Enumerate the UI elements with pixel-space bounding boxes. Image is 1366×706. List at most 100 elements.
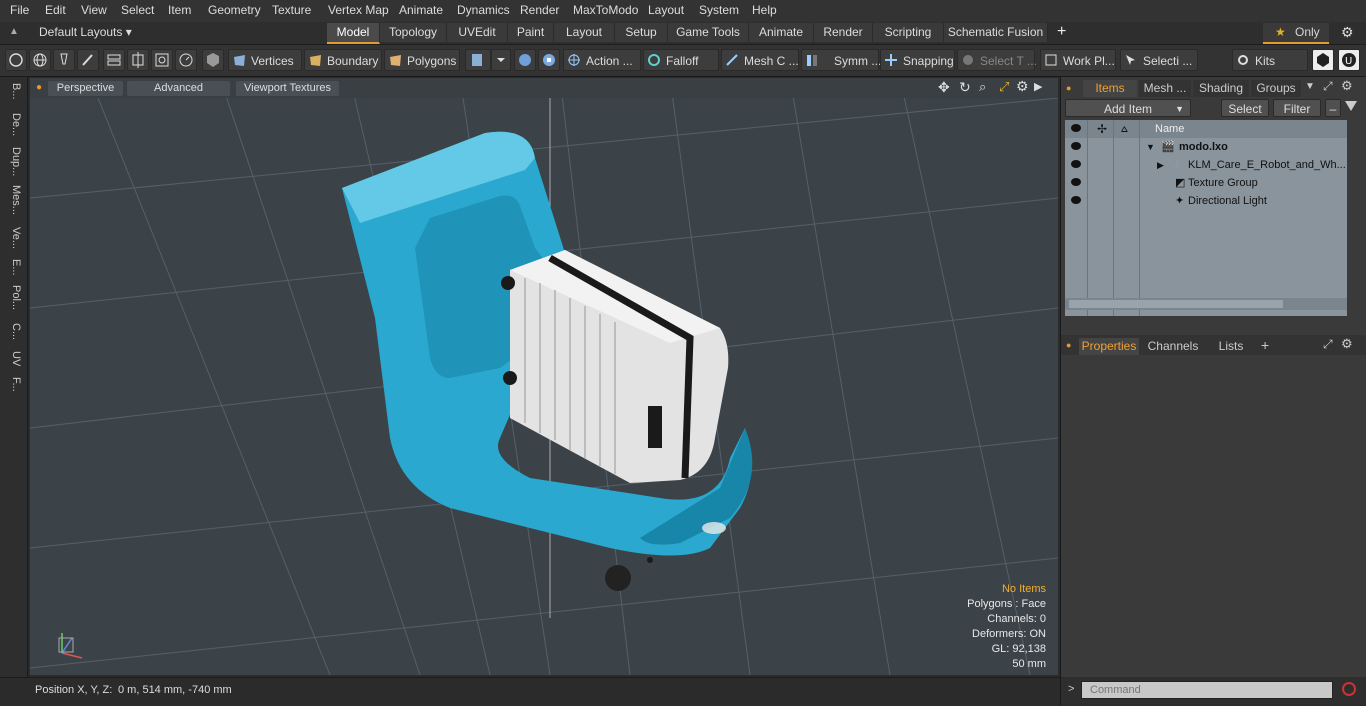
globe-icon[interactable] xyxy=(29,49,51,71)
unreal-icon[interactable]: U xyxy=(1338,49,1360,71)
menu-select[interactable]: Select xyxy=(121,3,154,17)
viewport-textures-button[interactable]: Viewport Textures xyxy=(236,81,339,96)
tab-basic[interactable]: B... xyxy=(4,83,22,100)
tab-setup[interactable]: Setup xyxy=(615,23,668,42)
advanced-button[interactable]: Advanced xyxy=(127,81,230,96)
chevron-down-icon[interactable] xyxy=(491,49,511,71)
collapse-icon[interactable]: ▲ xyxy=(9,26,19,37)
menu-layout[interactable]: Layout xyxy=(648,3,684,17)
tab-items[interactable]: Items xyxy=(1083,80,1137,97)
snap-lock-icon[interactable] xyxy=(538,49,560,71)
only-toggle[interactable]: ★ Only xyxy=(1263,23,1329,44)
tab-uvedit[interactable]: UVEdit xyxy=(447,23,508,42)
brush-icon[interactable] xyxy=(77,49,99,71)
work-plane-button[interactable]: Work Pl... xyxy=(1040,49,1116,71)
clock-icon[interactable] xyxy=(175,49,197,71)
menu-render[interactable]: Render xyxy=(520,3,559,17)
list-scrollbar[interactable] xyxy=(1065,298,1347,310)
viewport-expand-icon[interactable]: ▶ xyxy=(1034,80,1042,93)
polygons-button[interactable]: Polygons xyxy=(384,49,460,71)
menu-animate[interactable]: Animate xyxy=(399,3,443,17)
tab-mesh-ops[interactable]: Mesh ... xyxy=(1139,80,1191,97)
tab-duplicate[interactable]: Dup... xyxy=(4,147,22,176)
panel-settings-icon[interactable]: ⚙ xyxy=(1341,78,1353,94)
unity-icon[interactable] xyxy=(1312,49,1334,71)
tab-render[interactable]: Render xyxy=(814,23,873,42)
symmetry-button[interactable]: Symm ... xyxy=(801,49,881,71)
tab-uv[interactable]: UV xyxy=(4,351,22,366)
suitcase-model[interactable] xyxy=(501,250,729,483)
selection-sets-button[interactable]: Selecti ... xyxy=(1120,49,1198,71)
list-item[interactable]: ✦ Directional Light xyxy=(1065,192,1347,210)
command-input[interactable] xyxy=(1081,681,1333,699)
tab-vertex[interactable]: Ve... xyxy=(4,227,22,249)
tab-deform[interactable]: De... xyxy=(4,113,22,136)
menu-view[interactable]: View xyxy=(81,3,107,17)
record-icon[interactable] xyxy=(1342,682,1356,696)
tab-polygon[interactable]: Pol... xyxy=(4,285,22,310)
select-through-button[interactable]: Select T ... xyxy=(957,49,1037,71)
tab-curve[interactable]: C... xyxy=(4,323,22,340)
collapse-list-icon[interactable]: – xyxy=(1325,99,1341,117)
vertices-button[interactable]: Vertices xyxy=(228,49,302,71)
tab-game-tools[interactable]: Game Tools xyxy=(668,23,749,42)
menu-maxtomodo[interactable]: MaxToModo xyxy=(573,3,638,17)
menu-help[interactable]: Help xyxy=(752,3,777,17)
gear-icon[interactable]: ⚙ xyxy=(1341,24,1354,41)
tab-shading[interactable]: Shading xyxy=(1193,80,1249,97)
menu-system[interactable]: System xyxy=(699,3,739,17)
tab-paint[interactable]: Paint xyxy=(508,23,554,42)
frame-icon[interactable] xyxy=(151,49,173,71)
funnel-icon[interactable] xyxy=(1345,101,1357,111)
falloff-button[interactable]: Falloff xyxy=(643,49,719,71)
tab-layout[interactable]: Layout xyxy=(554,23,615,42)
tab-topology[interactable]: Topology xyxy=(380,23,447,42)
layout-selector[interactable]: Default Layouts ▾ xyxy=(39,25,132,39)
kits-button[interactable]: Kits xyxy=(1232,49,1308,71)
list-item[interactable]: ▶ ⅃ KLM_Care_E_Robot_and_Wh... xyxy=(1065,156,1347,174)
menu-geometry[interactable]: Geometry xyxy=(208,3,261,17)
tab-mesh-edit[interactable]: Mes... xyxy=(4,185,22,215)
add-tab-icon[interactable]: + xyxy=(1057,23,1066,41)
action-center-button[interactable]: Action ... xyxy=(563,49,641,71)
eye-icon[interactable] xyxy=(1071,142,1081,150)
eye-icon[interactable] xyxy=(1071,160,1081,168)
tab-channels[interactable]: Channels xyxy=(1143,338,1203,355)
pen-icon[interactable] xyxy=(53,49,75,71)
expand-arrow-icon[interactable]: ▶ xyxy=(1157,156,1164,174)
mesh-constraint-button[interactable]: Mesh C ... xyxy=(721,49,799,71)
tab-model[interactable]: Model xyxy=(327,23,380,44)
list-item[interactable]: ◩ Texture Group xyxy=(1065,174,1347,192)
add-props-tab-icon[interactable]: + xyxy=(1261,337,1269,353)
list-item[interactable]: ▼ 🎬 modo.lxo xyxy=(1065,138,1347,156)
rotate-view-icon[interactable]: ↻ xyxy=(959,79,971,96)
tab-scripting[interactable]: Scripting xyxy=(873,23,944,42)
menu-vertex-map[interactable]: Vertex Map xyxy=(328,3,389,17)
menu-dynamics[interactable]: Dynamics xyxy=(457,3,510,17)
move-view-icon[interactable]: ✥ xyxy=(938,79,950,96)
perspective-button[interactable]: Perspective xyxy=(48,81,123,96)
tab-edge[interactable]: E... xyxy=(4,259,22,276)
add-item-button[interactable]: Add Item ▼ xyxy=(1065,99,1191,117)
tab-lists[interactable]: Lists xyxy=(1207,338,1255,355)
tabs-more-icon[interactable]: ▼ xyxy=(1305,81,1315,92)
props-settings-icon[interactable]: ⚙ xyxy=(1341,336,1353,352)
tab-schematic-fusion[interactable]: Schematic Fusion xyxy=(944,23,1048,42)
tab-fusion[interactable]: F... xyxy=(4,377,22,392)
tab-properties[interactable]: Properties xyxy=(1079,338,1139,355)
item-mode-icon[interactable] xyxy=(465,49,491,71)
fit-view-icon[interactable]: ⤢ xyxy=(999,79,1009,95)
eye-icon[interactable] xyxy=(1071,178,1081,186)
list-scrollbar-thumb[interactable] xyxy=(1069,300,1283,308)
eye-icon[interactable] xyxy=(1071,196,1081,204)
menu-edit[interactable]: Edit xyxy=(45,3,66,17)
select-circle-icon[interactable] xyxy=(5,49,27,71)
menu-file[interactable]: File xyxy=(10,3,29,17)
3d-viewport[interactable]: ● Perspective Advanced Viewport Textures… xyxy=(30,78,1058,675)
menu-texture[interactable]: Texture xyxy=(272,3,311,17)
boundary-button[interactable]: Boundary xyxy=(304,49,382,71)
shield-cube-icon[interactable] xyxy=(202,49,224,71)
menu-item[interactable]: Item xyxy=(168,3,191,17)
viewport-settings-icon[interactable]: ⚙ xyxy=(1016,78,1029,95)
tab-animate[interactable]: Animate xyxy=(749,23,814,42)
